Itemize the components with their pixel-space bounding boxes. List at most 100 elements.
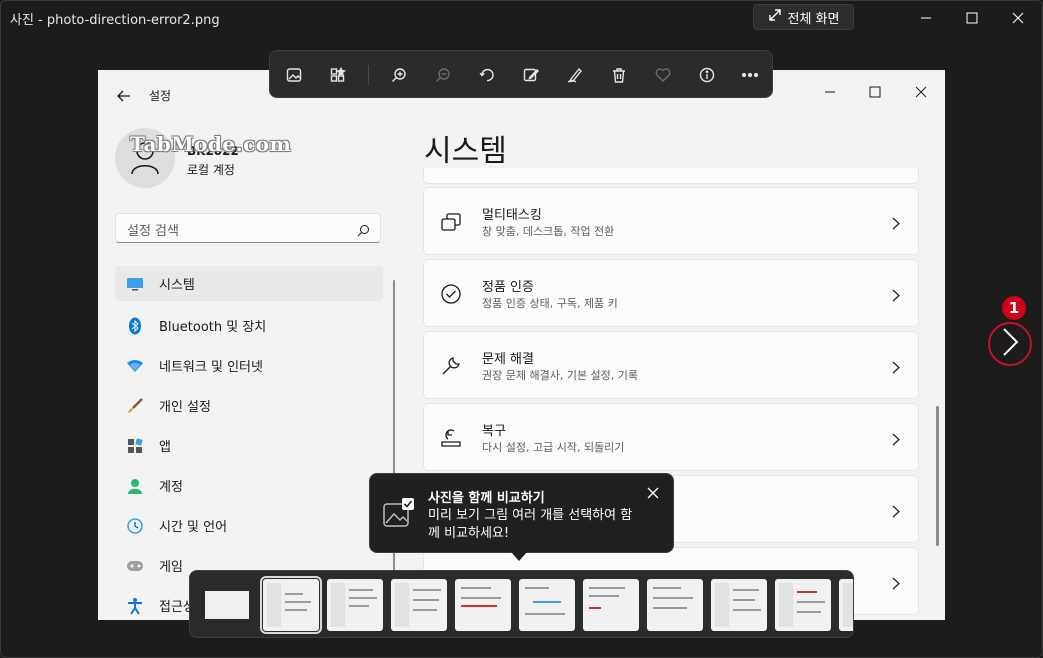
tip-pointer [511, 552, 527, 561]
nav-item-accounts: 계정 [115, 468, 383, 503]
zoom-in-icon[interactable] [387, 63, 411, 87]
fullscreen-button[interactable]: 전체 화면 [753, 4, 854, 30]
accessibility-icon [125, 596, 145, 616]
filmstrip-thumbnail[interactable] [455, 579, 511, 631]
nav-label: 네트워크 및 인터넷 [159, 360, 263, 375]
settings-card-troubleshoot: 문제 해결 권장 문제 해결사, 기본 설정, 기록 [423, 331, 919, 399]
nav-label: 시스템 [159, 278, 195, 293]
search-icon [357, 222, 370, 241]
settings-title: 설정 [149, 89, 172, 103]
fullscreen-label: 전체 화면 [787, 11, 840, 27]
chevron-right-icon [892, 215, 900, 234]
card-title: 멀티태스킹 [482, 208, 542, 223]
check-circle-icon [440, 283, 462, 305]
filmstrip-thumbnail[interactable] [775, 579, 831, 631]
close-icon[interactable] [646, 485, 660, 499]
multitask-icon [440, 211, 462, 233]
nav-label: 계정 [159, 480, 183, 495]
settings-card-activation: 정품 인증 정품 인증 상태, 구독, 제품 키 [423, 259, 919, 327]
settings-card-partial [423, 168, 919, 184]
page-title: 시스템 [424, 134, 507, 169]
nav-label: 앱 [159, 440, 171, 455]
nav-item-bluetooth: Bluetooth 및 장치 [115, 308, 383, 343]
search-placeholder: 설정 검색 [127, 224, 179, 239]
filmstrip-thumbnail[interactable] [199, 579, 255, 631]
next-photo-button[interactable] [988, 322, 1032, 366]
brush-icon [125, 396, 145, 416]
filmstrip-thumbnail[interactable] [327, 579, 383, 631]
zoom-out-icon[interactable] [431, 63, 455, 87]
settings-search-input: 설정 검색 [115, 213, 381, 243]
filmstrip [189, 570, 854, 638]
nav-item-personalization: 개인 설정 [115, 388, 383, 423]
content-scrollbar [936, 406, 939, 546]
filmstrip-thumbnail-selected[interactable] [260, 576, 322, 634]
monitor-icon [125, 274, 145, 294]
recovery-icon [440, 427, 462, 449]
nav-item-time-language: 시간 및 언어 [115, 508, 383, 543]
chevron-right-icon [892, 359, 900, 378]
nav-scrollbar [393, 280, 395, 620]
maximize-button[interactable] [949, 3, 995, 33]
tip-body: 미리 보기 그림 여러 개를 선택하여 함께 비교하세요! [428, 508, 633, 541]
card-subtitle: 권장 문제 해결사, 기본 설정, 기록 [482, 369, 639, 382]
collection-icon[interactable] [326, 63, 350, 87]
info-icon[interactable] [695, 63, 719, 87]
settings-minimize-icon [820, 82, 840, 102]
compare-photos-tip: 사진을 함께 비교하기 미리 보기 그림 여러 개를 선택하여 함께 비교하세요… [369, 473, 674, 553]
close-button[interactable] [995, 3, 1041, 33]
wifi-icon [125, 356, 145, 376]
chevron-right-icon [1001, 327, 1019, 361]
bluetooth-icon [125, 316, 145, 336]
gamepad-icon [125, 556, 145, 576]
settings-close-icon [911, 82, 931, 102]
minimize-button[interactable] [903, 3, 949, 33]
more-icon[interactable] [738, 63, 762, 87]
draw-icon[interactable] [563, 63, 587, 87]
toolbar-separator [368, 65, 369, 85]
back-arrow-icon [116, 88, 132, 104]
chevron-right-icon [892, 575, 900, 594]
filmstrip-thumbnail[interactable] [711, 579, 767, 631]
filmstrip-thumbnail[interactable] [647, 579, 703, 631]
settings-card-multitasking: 멀티태스킹 창 맞춤, 데스크톱, 작업 전환 [423, 187, 919, 255]
photo-icon[interactable] [282, 63, 306, 87]
delete-icon[interactable] [607, 63, 631, 87]
wrench-icon [440, 355, 462, 377]
chevron-right-icon [892, 431, 900, 450]
clock-icon [125, 516, 145, 536]
filmstrip-thumbnail[interactable] [519, 579, 575, 631]
nav-label: 게임 [159, 560, 183, 575]
nav-label: Bluetooth 및 장치 [159, 320, 267, 335]
filmstrip-thumbnail[interactable] [839, 579, 853, 631]
card-title: 문제 해결 [482, 352, 534, 367]
tip-title: 사진을 함께 비교하기 [428, 491, 545, 506]
card-title: 복구 [482, 424, 506, 439]
chevron-right-icon [892, 287, 900, 306]
step-badge: 1 [1002, 296, 1026, 320]
account-type: 로컬 계정 [187, 163, 235, 177]
settings-card-recovery: 복구 다시 설정, 고급 시작, 되돌리기 [423, 403, 919, 471]
expand-icon [768, 8, 782, 26]
settings-maximize-icon [865, 82, 885, 102]
nav-item-system: 시스템 [115, 266, 383, 301]
account-icon [125, 476, 145, 496]
nav-item-apps: 앱 [115, 428, 383, 463]
card-title: 정품 인증 [482, 280, 534, 295]
favorite-icon[interactable] [651, 63, 675, 87]
card-subtitle: 정품 인증 상태, 구독, 제품 키 [482, 297, 618, 310]
compare-photos-icon [382, 496, 416, 530]
nav-label: 시간 및 언어 [159, 520, 228, 535]
apps-icon [125, 436, 145, 456]
filmstrip-thumbnail[interactable] [391, 579, 447, 631]
photo-toolbar [269, 50, 773, 98]
nav-item-network: 네트워크 및 인터넷 [115, 348, 383, 383]
filmstrip-thumbnail[interactable] [583, 579, 639, 631]
edit-icon[interactable] [519, 63, 543, 87]
app-title: 사진 - photo-direction-error2.png [10, 13, 220, 28]
card-subtitle: 다시 설정, 고급 시작, 되돌리기 [482, 441, 625, 454]
card-subtitle: 창 맞춤, 데스크톱, 작업 전환 [482, 225, 615, 238]
chevron-right-icon [892, 503, 900, 522]
watermark-logo: TabMode.com [130, 132, 292, 156]
rotate-icon[interactable] [475, 63, 499, 87]
